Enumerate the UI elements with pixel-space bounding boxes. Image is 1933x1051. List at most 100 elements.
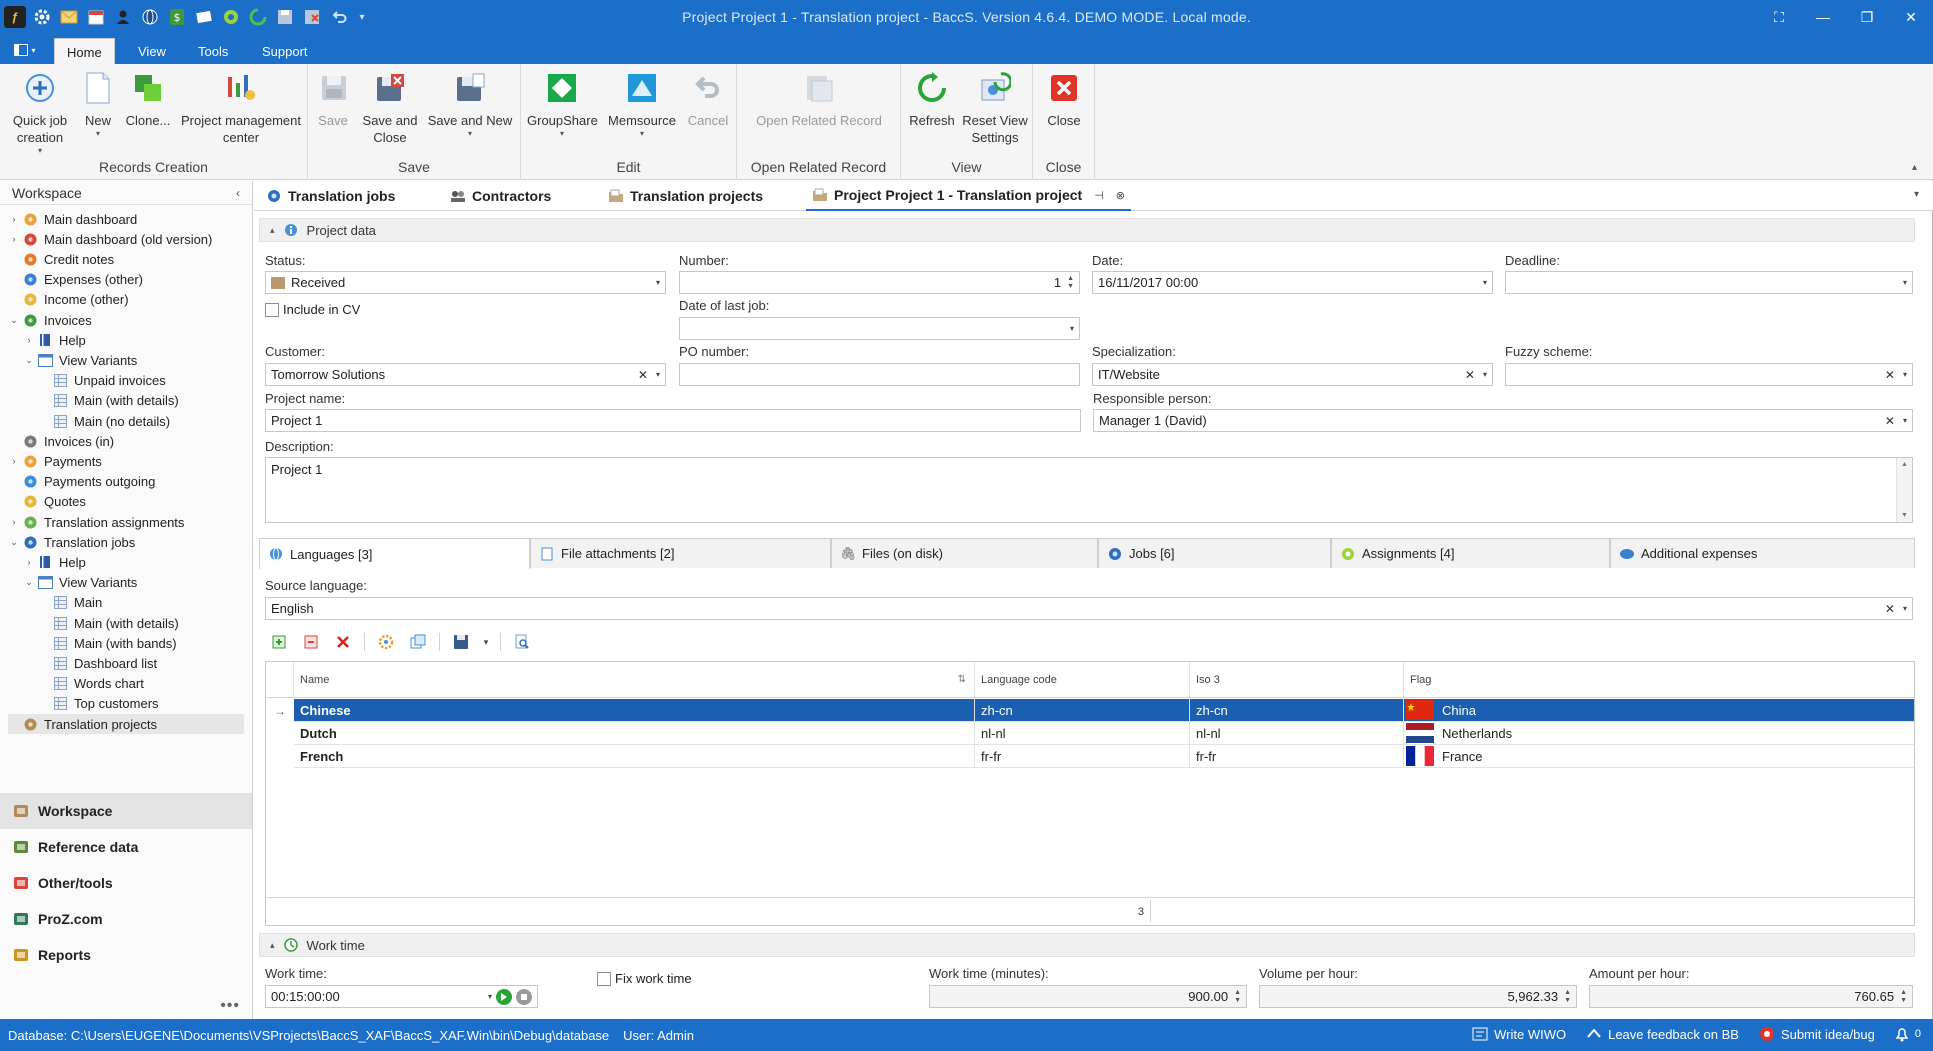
specialization-lookup[interactable]: IT/Website ✕ ▾: [1092, 363, 1493, 386]
tree-node-main-dashboard[interactable]: › Main dashboard: [8, 209, 244, 229]
tab-assignments[interactable]: Assignments [4]: [1331, 538, 1610, 568]
tree-node-invoices-in[interactable]: Invoices (in): [8, 431, 244, 451]
expanded-chevron-icon[interactable]: ⌄: [8, 315, 20, 326]
minimize-button[interactable]: —: [1801, 0, 1845, 34]
cell-name[interactable]: Chinese: [294, 699, 975, 722]
amount-per-hour-field[interactable]: 760.65 ▲ ▼: [1589, 985, 1913, 1008]
spin-buttons[interactable]: ▲ ▼: [1564, 989, 1571, 1005]
tab-languages[interactable]: Languages [3]: [259, 538, 530, 569]
pin-tab-icon[interactable]: ⊣: [1094, 189, 1104, 202]
save-and-close-button[interactable]: Save and Close: [360, 70, 420, 146]
tab-files-on-disk[interactable]: 🖇 Files (on disk): [831, 538, 1098, 568]
clear-icon[interactable]: ✕: [1465, 368, 1475, 382]
expanded-chevron-icon[interactable]: ⌄: [8, 537, 20, 548]
tab-jobs[interactable]: Jobs [6]: [1098, 538, 1331, 568]
expanded-chevron-icon[interactable]: ⌄: [23, 577, 35, 588]
cell-name[interactable]: Dutch: [294, 722, 975, 745]
tree-node-help[interactable]: › Help: [23, 330, 244, 350]
collapsed-chevron-icon[interactable]: ›: [8, 214, 20, 224]
tree-node-payments[interactable]: › Payments: [8, 451, 244, 471]
tab-view[interactable]: View: [126, 38, 178, 64]
tree-node-words-chart[interactable]: Words chart: [38, 674, 244, 694]
cell-iso3[interactable]: zh-cn: [1190, 699, 1404, 722]
clone-button[interactable]: Clone...: [122, 70, 174, 129]
tree-node-main-with-bands[interactable]: Main (with bands): [38, 633, 244, 653]
collapse-chevron-icon[interactable]: ▴: [270, 225, 275, 236]
expanded-chevron-icon[interactable]: ⌄: [23, 355, 35, 366]
tree-node-unpaid-invoices[interactable]: Unpaid invoices: [38, 371, 244, 391]
tree-node-help[interactable]: › Help: [23, 552, 244, 572]
tree-node-view-variants[interactable]: ⌄ View Variants: [23, 350, 244, 370]
tree-node-expenses-other[interactable]: Expenses (other): [8, 270, 244, 290]
fuzzy-scheme-lookup[interactable]: ✕ ▾: [1505, 363, 1913, 386]
save-and-new-button[interactable]: Save and New ▾: [426, 70, 514, 139]
tree-node-translation-assignments[interactable]: › Translation assignments: [8, 512, 244, 532]
tree-node-top-customers[interactable]: Top customers: [38, 694, 244, 714]
tree-node-main-dashboard-old-version[interactable]: › Main dashboard (old version): [8, 229, 244, 249]
po-number-input[interactable]: [679, 363, 1080, 386]
tree-node-payments-outgoing[interactable]: Payments outgoing: [8, 472, 244, 492]
leave-feedback-link[interactable]: Leave feedback on BB: [1586, 1027, 1739, 1042]
save-button[interactable]: Save: [316, 70, 350, 129]
collapse-chevron-icon[interactable]: ▴: [270, 940, 275, 951]
submit-idea-link[interactable]: Submit idea/bug: [1759, 1026, 1875, 1042]
description-textarea[interactable]: Project 1 ▲ ▼: [265, 457, 1913, 523]
clear-icon[interactable]: ✕: [1885, 602, 1895, 616]
tree-node-main-with-details[interactable]: Main (with details): [38, 613, 244, 633]
tab-additional-expenses[interactable]: Additional expenses: [1610, 538, 1915, 568]
table-row[interactable]: → Chinese zh-cn zh-cn China: [266, 699, 1914, 722]
fullscreen-button[interactable]: ⛶: [1757, 0, 1801, 34]
close-tab-icon[interactable]: ⊗: [1116, 189, 1125, 202]
notifications-bell-icon[interactable]: 0: [1895, 1026, 1921, 1042]
cell-name[interactable]: French: [294, 745, 975, 768]
tree-node-translation-jobs[interactable]: ⌄ Translation jobs: [8, 532, 244, 552]
column-header-name[interactable]: Name ⇅: [294, 662, 975, 698]
tree-node-income-other[interactable]: Income (other): [8, 290, 244, 310]
include-in-cv-checkbox[interactable]: Include in CV: [265, 302, 360, 317]
clear-icon[interactable]: ✕: [1885, 368, 1895, 382]
application-menu-button[interactable]: ▾: [6, 38, 44, 62]
find-icon[interactable]: [508, 630, 536, 654]
tree-node-view-variants[interactable]: ⌄ View Variants: [23, 573, 244, 593]
refresh-button[interactable]: Refresh: [907, 70, 957, 129]
column-header-iso3[interactable]: Iso 3: [1190, 662, 1404, 698]
collapsed-chevron-icon[interactable]: ›: [8, 517, 20, 527]
unlink-icon[interactable]: [297, 630, 325, 654]
memsource-button[interactable]: Memsource ▾: [605, 70, 679, 139]
cell-language-code[interactable]: nl-nl: [975, 722, 1190, 745]
write-wiwo-link[interactable]: Write WIWO: [1472, 1027, 1566, 1042]
date-field[interactable]: 16/11/2017 00:00 ▾: [1092, 271, 1493, 294]
tree-node-dashboard-list[interactable]: Dashboard list: [38, 653, 244, 673]
tree-node-quotes[interactable]: Quotes: [8, 492, 244, 512]
cell-language-code[interactable]: fr-fr: [975, 745, 1190, 768]
cell-language-code[interactable]: zh-cn: [975, 699, 1190, 722]
stop-timer-icon[interactable]: [516, 988, 532, 1005]
tab-project-translation-project[interactable]: Project Project 1 - Translation project …: [806, 181, 1131, 211]
cell-flag[interactable]: France: [1404, 745, 1914, 768]
responsible-person-lookup[interactable]: Manager 1 (David) ✕ ▾: [1093, 409, 1913, 432]
table-row[interactable]: French fr-fr fr-fr France: [266, 745, 1914, 768]
source-language-lookup[interactable]: English ✕ ▾: [265, 597, 1913, 620]
settings-wheel-icon[interactable]: [372, 630, 400, 654]
tab-file-attachments[interactable]: File attachments [2]: [530, 538, 831, 568]
work-time-field[interactable]: 00:15:00:00 ▾: [265, 985, 538, 1008]
number-spin-edit[interactable]: 1 ▲ ▼: [679, 271, 1080, 294]
work-time-group-header[interactable]: ▴ Work time: [259, 933, 1915, 957]
quick-job-creation-button[interactable]: Quick job creation ▾: [8, 70, 72, 156]
cell-iso3[interactable]: nl-nl: [1190, 722, 1404, 745]
tree-node-credit-notes[interactable]: Credit notes: [8, 249, 244, 269]
spin-buttons[interactable]: ▲ ▼: [1067, 275, 1074, 291]
tree-node-main-no-details[interactable]: Main (no details): [38, 411, 244, 431]
cell-iso3[interactable]: fr-fr: [1190, 745, 1404, 768]
nav-group-reference-data[interactable]: Reference data: [0, 829, 252, 865]
deadline-field[interactable]: ▾: [1505, 271, 1913, 294]
new-button[interactable]: New ▾: [78, 70, 118, 139]
nav-group-other-tools[interactable]: Other/tools: [0, 865, 252, 901]
tree-node-invoices[interactable]: ⌄ Invoices: [8, 310, 244, 330]
play-timer-icon[interactable]: [496, 988, 512, 1005]
collapse-panel-chevron-icon[interactable]: ‹: [236, 186, 240, 200]
tree-node-main[interactable]: Main: [38, 593, 244, 613]
column-header-flag[interactable]: Flag: [1404, 662, 1914, 698]
column-header-language-code[interactable]: Language code: [975, 662, 1190, 698]
cancel-button[interactable]: Cancel: [685, 70, 731, 129]
